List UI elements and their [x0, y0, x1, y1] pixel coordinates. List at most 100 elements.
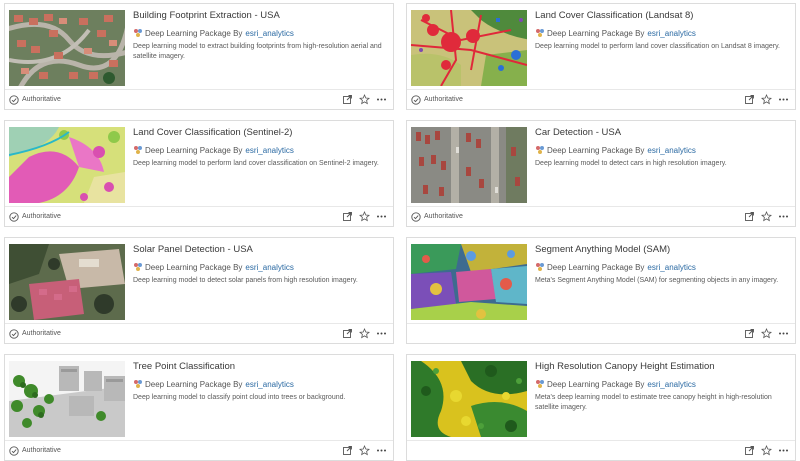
open-in-new-icon[interactable]: [744, 445, 755, 456]
item-description: Deep learning model to detect solar pane…: [133, 277, 358, 284]
authoritative-label: Authoritative: [424, 96, 463, 103]
item-type: Deep Learning Package By: [145, 145, 243, 155]
item-type: Deep Learning Package By: [145, 379, 243, 389]
authoritative-badge: Authoritative: [411, 94, 463, 105]
item-title[interactable]: Tree Point Classification: [133, 361, 385, 372]
item-card[interactable]: Building Footprint Extraction - USA Deep…: [4, 3, 394, 110]
item-card[interactable]: Tree Point Classification Deep Learning …: [4, 354, 394, 461]
more-options-icon[interactable]: [376, 445, 387, 456]
card-actions: [744, 94, 789, 105]
item-type: Deep Learning Package By: [547, 262, 645, 272]
more-options-icon[interactable]: [376, 328, 387, 339]
deep-learning-package-icon: [535, 28, 545, 38]
owner-link[interactable]: esri_analytics: [647, 263, 695, 272]
item-title[interactable]: Building Footprint Extraction - USA: [133, 10, 385, 21]
owner-link[interactable]: esri_analytics: [245, 380, 293, 389]
authoritative-label: Authoritative: [22, 447, 61, 454]
more-options-icon[interactable]: [376, 94, 387, 105]
item-title[interactable]: Car Detection - USA: [535, 127, 787, 138]
card-footer: Authoritative: [407, 89, 795, 109]
owner-link[interactable]: esri_analytics: [647, 29, 695, 38]
open-in-new-icon[interactable]: [342, 445, 353, 456]
more-options-icon[interactable]: [778, 445, 789, 456]
authoritative-badge: Authoritative: [411, 211, 463, 222]
card-footer: Authoritative: [407, 206, 795, 226]
more-options-icon[interactable]: [778, 328, 789, 339]
authoritative-label: Authoritative: [22, 96, 61, 103]
open-in-new-icon[interactable]: [744, 328, 755, 339]
item-title[interactable]: Land Cover Classification (Landsat 8): [535, 10, 787, 21]
item-meta: Deep Learning Package By esri_analytics: [535, 144, 787, 156]
item-meta: Deep Learning Package By esri_analytics: [133, 261, 385, 273]
item-title[interactable]: Segment Anything Model (SAM): [535, 244, 787, 255]
sam-thumbnail[interactable]: [411, 244, 527, 320]
building-footprint-thumbnail[interactable]: [9, 10, 125, 86]
deep-learning-package-icon: [133, 262, 143, 272]
star-icon[interactable]: [761, 445, 772, 456]
owner-link[interactable]: esri_analytics: [245, 29, 293, 38]
item-card[interactable]: High Resolution Canopy Height Estimation…: [406, 354, 796, 461]
solar-panel-thumbnail[interactable]: [9, 244, 125, 320]
authoritative-label: Authoritative: [22, 330, 61, 337]
authoritative-label: Authoritative: [22, 213, 61, 220]
check-circle-icon: [411, 94, 421, 105]
card-actions: [744, 328, 789, 339]
open-in-new-icon[interactable]: [342, 94, 353, 105]
item-card[interactable]: Land Cover Classification (Sentinel-2) D…: [4, 120, 394, 227]
more-options-icon[interactable]: [376, 211, 387, 222]
card-actions: [342, 94, 387, 105]
item-meta: Deep Learning Package By esri_analytics: [133, 27, 385, 39]
card-footer: [407, 323, 795, 343]
item-meta: Deep Learning Package By esri_analytics: [535, 261, 787, 273]
item-type: Deep Learning Package By: [547, 28, 645, 38]
item-title[interactable]: Solar Panel Detection - USA: [133, 244, 385, 255]
item-card[interactable]: Land Cover Classification (Landsat 8) De…: [406, 3, 796, 110]
item-description: Deep learning model to extract building …: [133, 43, 382, 60]
owner-link[interactable]: esri_analytics: [245, 146, 293, 155]
more-options-icon[interactable]: [778, 94, 789, 105]
check-circle-icon: [9, 445, 19, 456]
open-in-new-icon[interactable]: [744, 94, 755, 105]
open-in-new-icon[interactable]: [744, 211, 755, 222]
owner-link[interactable]: esri_analytics: [647, 380, 695, 389]
star-icon[interactable]: [761, 211, 772, 222]
item-description: Deep learning model to perform land cove…: [535, 43, 780, 50]
item-type: Deep Learning Package By: [547, 379, 645, 389]
item-description: Meta's Segment Anything Model (SAM) for …: [535, 277, 779, 284]
star-icon[interactable]: [761, 94, 772, 105]
card-actions: [342, 445, 387, 456]
open-in-new-icon[interactable]: [342, 211, 353, 222]
item-meta: Deep Learning Package By esri_analytics: [535, 27, 787, 39]
item-title[interactable]: High Resolution Canopy Height Estimation: [535, 361, 787, 372]
star-icon[interactable]: [359, 94, 370, 105]
card-footer: Authoritative: [5, 440, 393, 460]
deep-learning-package-icon: [535, 145, 545, 155]
star-icon[interactable]: [761, 328, 772, 339]
car-detection-thumbnail[interactable]: [411, 127, 527, 203]
card-actions: [342, 328, 387, 339]
item-card[interactable]: Solar Panel Detection - USA Deep Learnin…: [4, 237, 394, 344]
open-in-new-icon[interactable]: [342, 328, 353, 339]
deep-learning-package-icon: [133, 28, 143, 38]
item-meta: Deep Learning Package By esri_analytics: [133, 144, 385, 156]
item-card[interactable]: Car Detection - USA Deep Learning Packag…: [406, 120, 796, 227]
landsat-landcover-thumbnail[interactable]: [411, 10, 527, 86]
star-icon[interactable]: [359, 328, 370, 339]
owner-link[interactable]: esri_analytics: [245, 263, 293, 272]
deep-learning-package-icon: [133, 379, 143, 389]
card-footer: Authoritative: [5, 206, 393, 226]
canopy-height-thumbnail[interactable]: [411, 361, 527, 437]
item-type: Deep Learning Package By: [547, 145, 645, 155]
tree-point-thumbnail[interactable]: [9, 361, 125, 437]
item-title[interactable]: Land Cover Classification (Sentinel-2): [133, 127, 385, 138]
content-grid: Building Footprint Extraction - USA Deep…: [4, 3, 799, 461]
more-options-icon[interactable]: [778, 211, 789, 222]
sentinel-landcover-thumbnail[interactable]: [9, 127, 125, 203]
card-actions: [342, 211, 387, 222]
authoritative-badge: Authoritative: [9, 328, 61, 339]
owner-link[interactable]: esri_analytics: [647, 146, 695, 155]
item-card[interactable]: Segment Anything Model (SAM) Deep Learni…: [406, 237, 796, 344]
star-icon[interactable]: [359, 445, 370, 456]
star-icon[interactable]: [359, 211, 370, 222]
authoritative-badge: Authoritative: [9, 211, 61, 222]
